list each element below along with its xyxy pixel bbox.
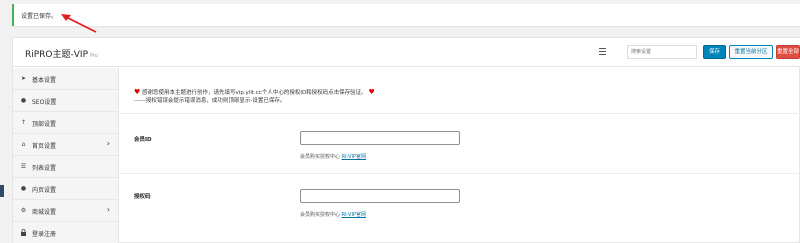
- nav-item-login[interactable]: 登录注册: [13, 222, 118, 243]
- home-icon: ⌂: [21, 141, 26, 148]
- chevron-right-icon: ›: [106, 139, 110, 148]
- search-input[interactable]: [627, 45, 697, 59]
- settings-saved-notice: 设置已保存。: [12, 4, 800, 26]
- panel-title-text: RiPRO主题-VIP: [25, 50, 89, 60]
- reset-section-button[interactable]: 重置当前分区: [729, 45, 773, 59]
- nav-item-label: 内页设置: [32, 187, 57, 194]
- nav-item-label: SEO设置: [32, 99, 57, 106]
- nav-item-header[interactable]: ↑ 顶部设置: [13, 112, 118, 134]
- nav-item-label: 基本设置: [32, 77, 57, 84]
- nav-item-list[interactable]: ☰ 列表设置: [13, 156, 118, 178]
- intro-line-1: 感谢您使用本主题进行创作，请先填写vip.ylit.cc个人中心的授权ID和授权…: [142, 90, 367, 96]
- nav-item-single[interactable]: ● 内页设置: [13, 178, 118, 200]
- panel-header: RiPRO主题-VIPPro 保存 重置当前分区 重置全部: [13, 38, 800, 67]
- nav-item-shop[interactable]: ⚙ 商城设置 ›: [13, 200, 118, 222]
- chevron-right-icon: ›: [106, 205, 110, 214]
- heart-icon: ♥: [134, 88, 141, 96]
- license-code-label: 授权码: [134, 194, 151, 200]
- settings-nav: ➤ 基本设置 ● SEO设置 ↑ 顶部设置 ⌂ 首页设置 › ☰ 列表设置 ● …: [13, 68, 119, 243]
- nav-item-basic[interactable]: ➤ 基本设置: [13, 68, 118, 90]
- nav-item-seo[interactable]: ● SEO设置: [13, 90, 118, 112]
- list-icon: ☰: [20, 163, 27, 170]
- save-button[interactable]: 保存: [703, 45, 726, 59]
- member-id-field[interactable]: [300, 131, 460, 145]
- intro-line-2: ------授权错误会提示错误消息，成功则顶部显示-设置已保存。: [134, 98, 286, 104]
- gear-icon: ⚙: [20, 207, 27, 214]
- member-id-desc: 会员购买授权中心 RI-VIP官网: [300, 154, 366, 160]
- license-code-desc: 会员购买授权中心 RI-VIP官网: [300, 212, 366, 218]
- nav-item-home[interactable]: ⌂ 首页设置 ›: [13, 134, 118, 156]
- circle-icon: ●: [20, 97, 27, 104]
- intro-text: ♥ 感谢您使用本主题进行创作，请先填写vip.ylit.cc个人中心的授权ID和…: [134, 88, 375, 105]
- options-panel: RiPRO主题-VIPPro 保存 重置当前分区 重置全部 ➤ 基本设置 ● S…: [12, 37, 800, 243]
- panel-title-suffix: Pro: [90, 53, 98, 59]
- panel-title: RiPRO主题-VIP Pro: [25, 47, 98, 60]
- nav-item-label: 列表设置: [32, 165, 57, 172]
- admin-menu-edge: [0, 0, 6, 243]
- divider: [120, 113, 800, 114]
- nav-item-label: 顶部设置: [32, 121, 57, 128]
- collapse-menu-handle[interactable]: [0, 185, 4, 197]
- heart-icon: ♥: [368, 88, 375, 96]
- license-code-field[interactable]: [300, 189, 460, 203]
- ri-vip-link[interactable]: RI-VIP官网: [342, 154, 366, 160]
- divider: [120, 173, 800, 174]
- nav-item-label: 商城设置: [32, 209, 57, 216]
- ri-vip-link[interactable]: RI-VIP官网: [342, 212, 366, 218]
- circle-icon: ●: [20, 185, 27, 192]
- paper-plane-icon: ➤: [20, 75, 27, 82]
- annotation-arrow-icon: [61, 14, 97, 33]
- arrow-up-icon: ↑: [20, 119, 27, 126]
- reset-all-button[interactable]: 重置全部: [776, 45, 800, 59]
- lock-icon: [20, 229, 27, 236]
- nav-item-label: 首页设置: [32, 143, 57, 150]
- member-id-label: 会员ID: [134, 137, 152, 143]
- notice-text: 设置已保存。: [21, 13, 58, 20]
- nav-item-label: 登录注册: [32, 231, 57, 238]
- settings-content: ♥ 感谢您使用本主题进行创作，请先填写vip.ylit.cc个人中心的授权ID和…: [120, 68, 800, 243]
- expand-all-icon[interactable]: [599, 48, 606, 55]
